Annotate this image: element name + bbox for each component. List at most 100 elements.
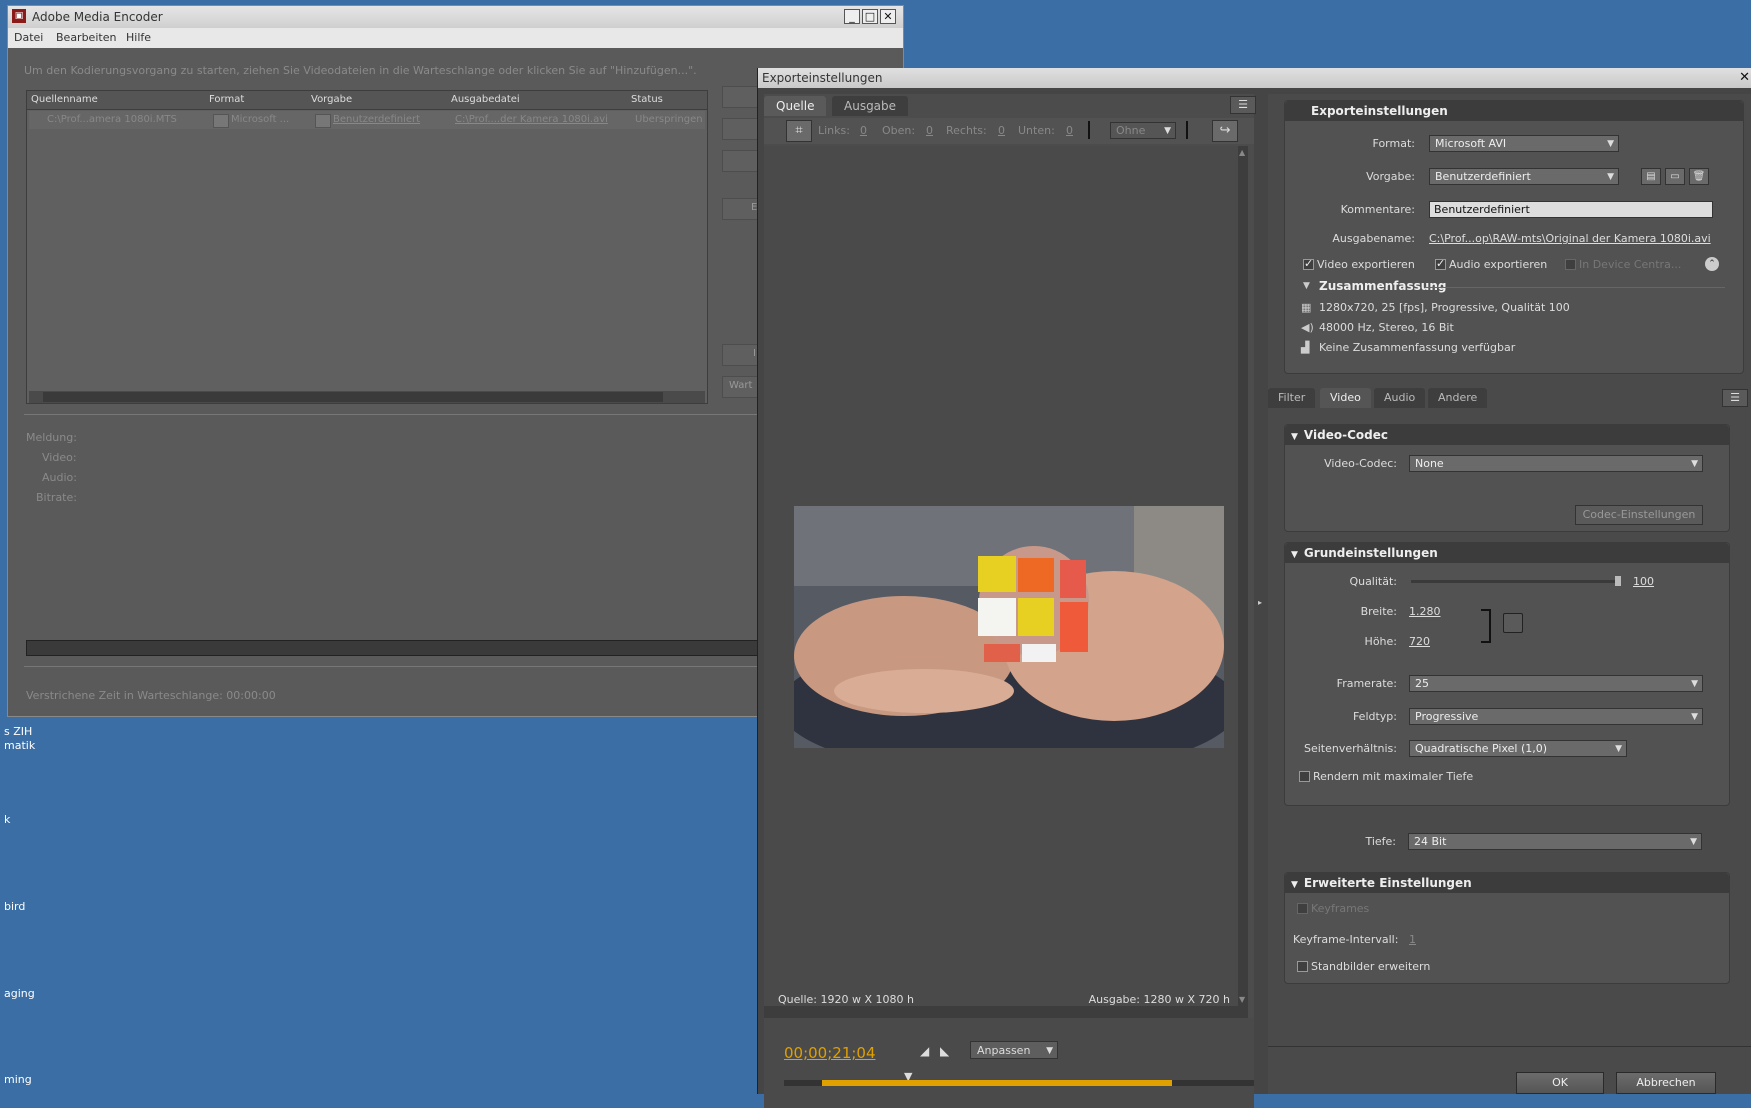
timeline-track[interactable] (784, 1080, 1254, 1086)
ok-button[interactable]: OK (1516, 1072, 1604, 1094)
queue-header: Quellenname Format Vorgabe Ausgabedatei … (27, 91, 707, 110)
field-type-dropdown[interactable]: Progressive ▼ (1409, 708, 1703, 725)
quality-slider[interactable] (1411, 576, 1621, 586)
import-preset-icon[interactable]: ▭ (1665, 168, 1685, 185)
codec-dropdown[interactable]: None ▼ (1409, 455, 1703, 472)
stills-checkbox[interactable] (1297, 961, 1308, 972)
chevron-up-icon[interactable]: ▲ (1239, 148, 1245, 157)
settings-pane: Exporteinstellungen Format: Microsoft AV… (1268, 94, 1751, 1094)
crop-ratio-dropdown[interactable]: Ohne ▼ (1110, 122, 1176, 139)
quality-value[interactable]: 100 (1633, 575, 1654, 588)
panel-menu-icon[interactable]: ☰ (1230, 96, 1256, 114)
delete-preset-icon[interactable]: 🗑 (1689, 168, 1709, 185)
window-titlebar[interactable]: Exporteinstellungen ✕ (758, 68, 1751, 88)
scrollbar-thumb[interactable] (43, 392, 663, 402)
cancel-button[interactable]: Abbrechen (1616, 1072, 1716, 1094)
col-format[interactable]: Format (209, 94, 244, 105)
crop-right-value[interactable]: 0 (998, 124, 1005, 137)
desktop-icon-label[interactable]: bird (4, 900, 25, 913)
export-video-checkbox[interactable] (1303, 257, 1314, 270)
window-titlebar[interactable]: ▣ Adobe Media Encoder _ □ ✕ (8, 6, 903, 28)
window-title: Adobe Media Encoder (32, 10, 163, 24)
crop-top-value[interactable]: 0 (926, 124, 933, 137)
pane-splitter[interactable]: ▸ (1258, 558, 1264, 678)
depth-dropdown[interactable]: 24 Bit ▼ (1408, 833, 1702, 850)
preset-dropdown[interactable]: Benutzerdefiniert ▼ (1429, 168, 1619, 185)
chevron-down-icon[interactable]: ▼ (1239, 995, 1245, 1004)
close-button[interactable]: ✕ (880, 9, 896, 24)
desktop-icon-label[interactable]: matik (4, 739, 35, 752)
tab-audio[interactable]: Audio (1374, 388, 1426, 408)
chevron-down-icon: ▼ (1291, 880, 1298, 890)
fit-dropdown[interactable]: Anpassen ▼ (970, 1041, 1058, 1059)
crop-toolbar: ⌗ Links: 0 Oben: 0 Rechts: 0 Unten: 0 Oh… (764, 118, 1254, 144)
chevron-down-icon[interactable]: ▼ (1303, 281, 1310, 291)
panel-menu-icon[interactable]: ☰ (1722, 389, 1748, 407)
panel-header[interactable]: ▼ Erweiterte Einstellungen (1285, 873, 1729, 893)
constrain-proportions-button[interactable] (1503, 613, 1523, 633)
chevron-down-icon: ▼ (1615, 744, 1622, 754)
crop-top-label: Oben: (882, 124, 916, 137)
set-in-icon[interactable]: ◢ (920, 1044, 929, 1058)
output-info: Ausgabe: 1280 w X 720 h (1088, 993, 1230, 1006)
crop-icon[interactable]: ⌗ (786, 120, 812, 142)
encoding-queue[interactable]: Quellenname Format Vorgabe Ausgabedatei … (26, 90, 708, 404)
menu-datei[interactable]: Datei (14, 31, 43, 44)
menu-bearbeiten[interactable]: Bearbeiten (56, 31, 116, 44)
tab-andere[interactable]: Andere (1428, 388, 1488, 408)
panel-header[interactable]: ▼ Grundeinstellungen (1285, 543, 1729, 563)
codec-settings-button[interactable]: Codec-Einstellungen (1575, 505, 1703, 525)
preview-hscrollbar[interactable] (764, 1006, 1248, 1018)
format-dropdown-icon[interactable] (213, 114, 229, 128)
chevron-right-icon[interactable]: ▸ (1258, 598, 1262, 607)
col-quellenname[interactable]: Quellenname (31, 94, 98, 105)
depth-value: 24 Bit (1414, 835, 1447, 848)
tab-ausgabe[interactable]: Ausgabe (832, 96, 909, 116)
summary-header[interactable]: Zusammenfassung (1319, 279, 1446, 293)
width-value[interactable]: 1.280 (1409, 605, 1441, 618)
work-area-selection[interactable] (822, 1080, 1172, 1086)
maximize-button[interactable]: □ (862, 9, 878, 24)
max-depth-checkbox[interactable] (1299, 771, 1310, 782)
row-preset[interactable]: Benutzerdefiniert (333, 114, 451, 125)
desktop-icon-label[interactable]: aging (4, 987, 35, 1000)
framerate-dropdown[interactable]: 25 ▼ (1409, 675, 1703, 692)
col-ausgabedatei[interactable]: Ausgabedatei (451, 94, 520, 105)
format-dropdown[interactable]: Microsoft AVI ▼ (1429, 135, 1619, 152)
set-out-icon[interactable]: ◣ (940, 1044, 949, 1058)
aspect-dropdown[interactable]: Quadratische Pixel (1,0) ▼ (1409, 740, 1627, 757)
export-audio-checkbox[interactable] (1435, 257, 1446, 270)
height-value[interactable]: 720 (1409, 635, 1430, 648)
crop-bottom-value[interactable]: 0 (1066, 124, 1073, 137)
row-output[interactable]: C:\Prof....der Kamera 1080i.avi (455, 114, 631, 125)
close-icon[interactable]: ✕ (1739, 70, 1750, 85)
desktop-icon-label[interactable]: s ZIH (4, 725, 32, 738)
desktop-icon-label[interactable]: ming (4, 1073, 32, 1086)
slider-handle[interactable] (1615, 576, 1621, 586)
tab-quelle[interactable]: Quelle (764, 96, 827, 116)
preview-vscrollbar[interactable]: ▲ ▼ (1238, 146, 1248, 1006)
keyframe-interval-value[interactable]: 1 (1409, 933, 1416, 946)
tab-filter[interactable]: Filter (1268, 388, 1316, 408)
redo-arrow-icon[interactable]: ↪ (1212, 120, 1238, 142)
table-row[interactable]: C:\Prof...amera 1080i.MTS Microsoft ... … (29, 111, 705, 129)
minimize-button[interactable]: _ (844, 9, 860, 24)
comments-field[interactable]: Benutzerdefiniert (1429, 201, 1713, 218)
desktop-icon-label[interactable]: k (4, 813, 10, 826)
format-label: Format: (1372, 137, 1415, 150)
keyframes-checkbox[interactable] (1297, 903, 1308, 914)
timecode[interactable]: 00;00;21;04 (784, 1044, 876, 1062)
tab-video[interactable]: Video (1320, 388, 1371, 408)
queue-scrollbar[interactable] (29, 391, 705, 403)
panel-header[interactable]: ▼ Video-Codec (1285, 425, 1729, 445)
col-status[interactable]: Status (631, 94, 663, 105)
preset-dropdown-icon[interactable] (315, 114, 331, 128)
menu-hilfe[interactable]: Hilfe (126, 31, 151, 44)
device-central-checkbox[interactable] (1565, 259, 1576, 270)
save-preset-icon[interactable]: ▤ (1641, 168, 1661, 185)
bar-chart-icon: ▟ (1301, 341, 1310, 354)
output-name-link[interactable]: C:\Prof...op\RAW-mts\Original der Kamera… (1429, 232, 1719, 245)
crop-left-value[interactable]: 0 (860, 124, 867, 137)
collapse-icon[interactable]: ⌃ (1705, 257, 1719, 271)
col-vorgabe[interactable]: Vorgabe (311, 94, 352, 105)
